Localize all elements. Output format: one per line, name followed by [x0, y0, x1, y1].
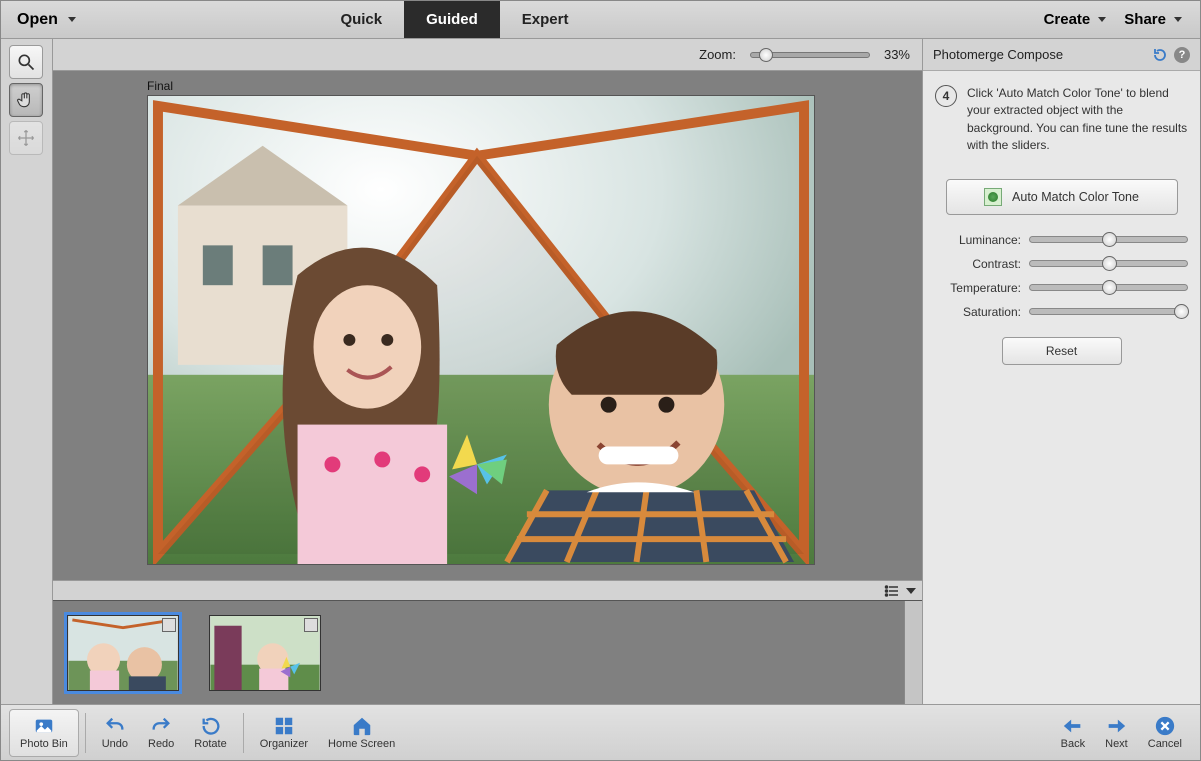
- contrast-slider[interactable]: [1029, 260, 1188, 267]
- open-menu[interactable]: Open: [1, 11, 92, 29]
- arrow-left-icon: [1062, 715, 1084, 737]
- share-label: Share: [1124, 11, 1166, 28]
- contrast-thumb[interactable]: [1102, 256, 1117, 271]
- panel-title: Photomerge Compose: [933, 47, 1063, 62]
- home-icon: [351, 715, 373, 737]
- top-menu-bar: Open Quick Guided Expert Create Share: [1, 1, 1200, 39]
- cancel-button[interactable]: Cancel: [1138, 709, 1192, 757]
- luminance-slider[interactable]: [1029, 236, 1188, 243]
- panel-header: Photomerge Compose ?: [923, 39, 1200, 71]
- auto-match-label: Auto Match Color Tone: [1012, 190, 1139, 204]
- help-icon[interactable]: ?: [1174, 47, 1190, 63]
- chevron-down-icon[interactable]: [906, 588, 916, 594]
- next-label: Next: [1105, 738, 1128, 750]
- organizer-icon: [273, 715, 295, 737]
- reset-panel-icon[interactable]: [1152, 47, 1168, 63]
- canvas-footer-bar: [53, 580, 922, 600]
- tab-quick[interactable]: Quick: [318, 1, 404, 38]
- canvas-area: Zoom: 33% Final: [53, 39, 922, 704]
- photobin-scrollbar[interactable]: [904, 601, 922, 704]
- share-menu[interactable]: Share: [1124, 11, 1182, 28]
- mode-tabs: Quick Guided Expert: [318, 1, 590, 38]
- organizer-button[interactable]: Organizer: [250, 709, 318, 757]
- step-number: 4: [935, 85, 957, 107]
- cancel-label: Cancel: [1148, 738, 1182, 750]
- luminance-label: Luminance:: [935, 233, 1021, 247]
- organizer-label: Organizer: [260, 738, 308, 750]
- saturation-thumb[interactable]: [1174, 304, 1189, 319]
- auto-match-icon: [984, 188, 1002, 206]
- canvas-viewport[interactable]: Final: [53, 71, 922, 580]
- home-screen-button[interactable]: Home Screen: [318, 709, 405, 757]
- photobin-thumb-2[interactable]: [209, 615, 321, 691]
- divider: [243, 713, 244, 753]
- hand-icon: [16, 90, 36, 110]
- thumb-badge-icon: [162, 618, 176, 632]
- undo-label: Undo: [102, 738, 128, 750]
- luminance-thumb[interactable]: [1102, 232, 1117, 247]
- zoom-tool[interactable]: [9, 45, 43, 79]
- next-button[interactable]: Next: [1095, 709, 1138, 757]
- zoom-slider-thumb[interactable]: [759, 48, 773, 62]
- thumb-badge-icon: [304, 618, 318, 632]
- tab-expert[interactable]: Expert: [500, 1, 591, 38]
- right-panel: Photomerge Compose ? 4 Click 'Auto Match…: [922, 39, 1200, 704]
- tool-strip: [1, 39, 53, 704]
- photo-bin-button[interactable]: Photo Bin: [9, 709, 79, 757]
- home-screen-label: Home Screen: [328, 738, 395, 750]
- list-icon[interactable]: [884, 583, 900, 599]
- caret-down-icon: [1098, 17, 1106, 22]
- rotate-button[interactable]: Rotate: [184, 709, 236, 757]
- rotate-icon: [200, 715, 222, 737]
- temperature-slider[interactable]: [1029, 284, 1188, 291]
- undo-button[interactable]: Undo: [92, 709, 138, 757]
- saturation-label: Saturation:: [935, 305, 1021, 319]
- contrast-label: Contrast:: [935, 257, 1021, 271]
- photo-placeholder: [148, 96, 814, 564]
- arrow-right-icon: [1105, 715, 1127, 737]
- back-button[interactable]: Back: [1051, 709, 1095, 757]
- divider: [85, 713, 86, 753]
- temperature-label: Temperature:: [935, 281, 1021, 295]
- tab-guided[interactable]: Guided: [404, 1, 500, 38]
- redo-button[interactable]: Redo: [138, 709, 184, 757]
- canvas-image[interactable]: [147, 95, 815, 565]
- step-instructions: Click 'Auto Match Color Tone' to blend y…: [967, 85, 1188, 155]
- cancel-icon: [1154, 715, 1176, 737]
- photo-bin: [53, 600, 922, 704]
- photo-bin-icon: [33, 715, 55, 737]
- hand-tool[interactable]: [9, 83, 43, 117]
- temperature-thumb[interactable]: [1102, 280, 1117, 295]
- magnifier-icon: [16, 52, 36, 72]
- create-menu[interactable]: Create: [1044, 11, 1107, 28]
- back-label: Back: [1061, 738, 1085, 750]
- zoom-bar: Zoom: 33%: [53, 39, 922, 71]
- create-label: Create: [1044, 11, 1091, 28]
- canvas-label: Final: [147, 79, 173, 93]
- saturation-slider[interactable]: [1029, 308, 1188, 315]
- caret-down-icon: [68, 17, 76, 22]
- move-icon: [16, 128, 36, 148]
- bottom-taskbar: Photo Bin Undo Redo Rotate Organizer Hom…: [1, 704, 1200, 760]
- photo-bin-label: Photo Bin: [20, 738, 68, 750]
- redo-icon: [150, 715, 172, 737]
- redo-label: Redo: [148, 738, 174, 750]
- open-label: Open: [17, 11, 58, 29]
- caret-down-icon: [1174, 17, 1182, 22]
- zoom-slider[interactable]: [750, 52, 870, 58]
- reset-button[interactable]: Reset: [1002, 337, 1122, 365]
- auto-match-color-tone-button[interactable]: Auto Match Color Tone: [946, 179, 1178, 215]
- rotate-label: Rotate: [194, 738, 226, 750]
- photobin-thumb-1[interactable]: [67, 615, 179, 691]
- undo-icon: [104, 715, 126, 737]
- zoom-label: Zoom:: [699, 47, 736, 62]
- move-tool: [9, 121, 43, 155]
- zoom-value: 33%: [884, 47, 910, 62]
